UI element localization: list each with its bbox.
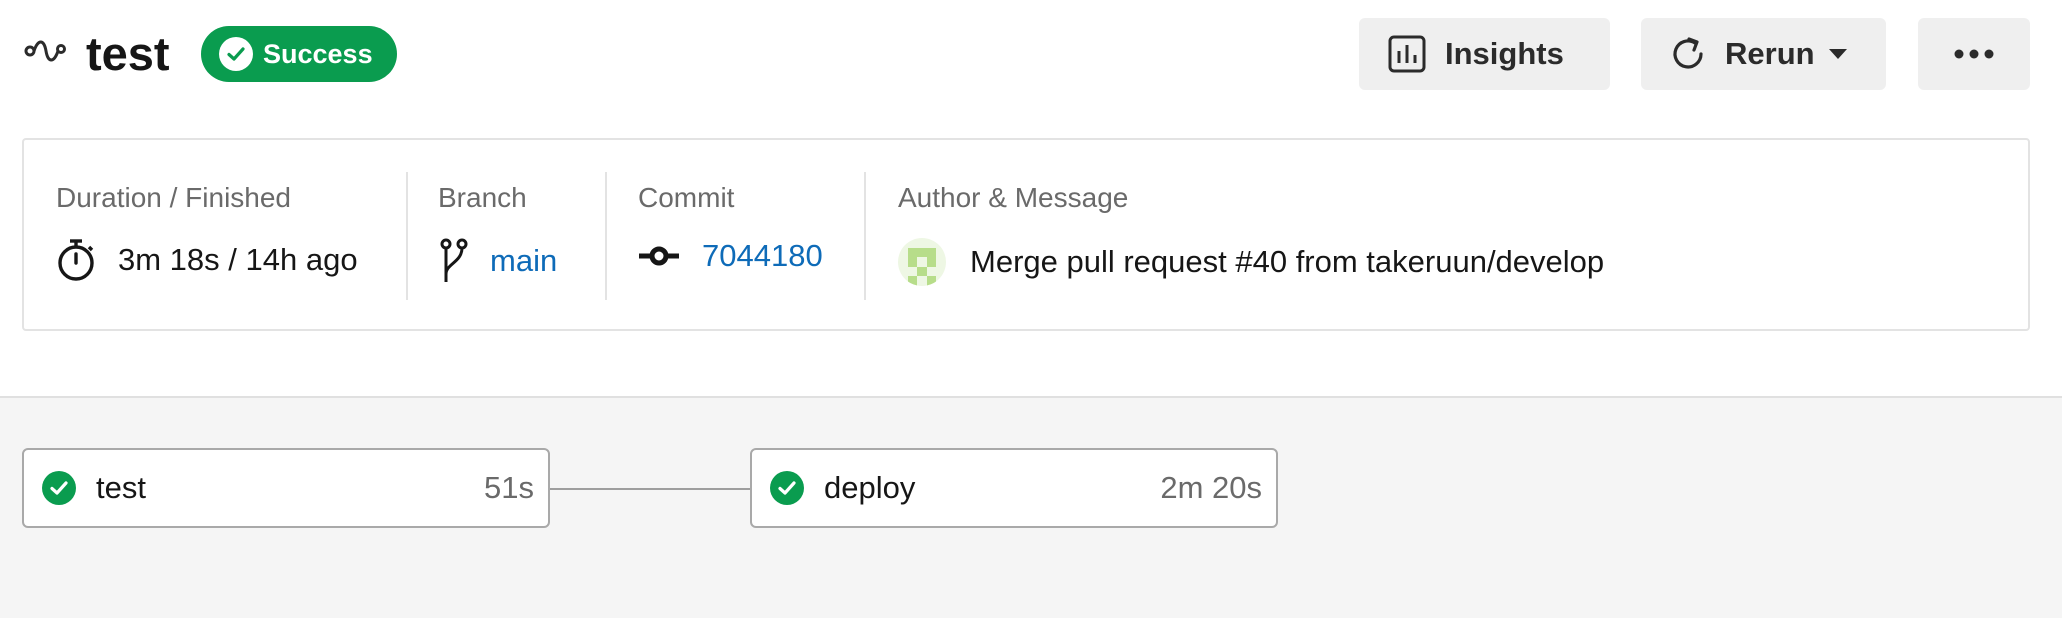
status-label: Success — [263, 38, 373, 69]
workflow-icon — [24, 40, 66, 62]
caret-down-icon — [1828, 49, 1847, 59]
author-value: Merge pull request #40 from takeruun/dev… — [898, 238, 1604, 286]
insights-label: Insights — [1445, 36, 1564, 71]
commit-label: Commit — [638, 182, 735, 213]
rerun-button[interactable]: Rerun — [1641, 18, 1886, 90]
more-options-button[interactable] — [1918, 18, 2030, 90]
bar-chart-icon — [1388, 35, 1426, 73]
job-connector — [550, 488, 750, 490]
commit-link[interactable]: 7044180 — [702, 238, 823, 274]
job-card-test[interactable]: test 51s — [22, 448, 550, 528]
duration-label: Duration / Finished — [56, 182, 292, 213]
commit-message: Merge pull request #40 from takeruun/dev… — [970, 244, 1605, 279]
rerun-label: Rerun — [1725, 36, 1815, 71]
check-circle-icon — [42, 471, 76, 505]
divider — [864, 172, 866, 300]
stopwatch-icon — [58, 239, 94, 281]
refresh-icon — [1673, 37, 1703, 69]
check-circle-icon — [770, 471, 804, 505]
branch-link[interactable]: main — [490, 243, 557, 279]
git-commit-icon — [639, 246, 679, 266]
branch-value: main — [438, 238, 557, 284]
check-circle-icon — [219, 37, 253, 71]
job-duration: 2m 20s — [1160, 470, 1262, 505]
duration-text: 3m 18s / 14h ago — [118, 242, 358, 277]
page-title: test — [86, 27, 170, 80]
commit-value: 7044180 — [638, 238, 823, 274]
git-branch-icon — [440, 238, 468, 282]
more-horizontal-icon — [1954, 49, 1994, 59]
job-duration: 51s — [484, 470, 534, 505]
job-name: deploy — [824, 470, 916, 505]
job-card-deploy[interactable]: deploy 2m 20s — [750, 448, 1278, 528]
duration-value: 3m 18s / 14h ago — [56, 238, 358, 282]
pipeline-graph: test 51s deploy 2m 20s — [0, 396, 2062, 618]
insights-button[interactable]: Insights — [1359, 18, 1610, 90]
workflow-info-card: Duration / Finished 3m 18s / 14h ago Bra… — [22, 138, 2030, 331]
job-name: test — [96, 470, 146, 505]
avatar[interactable] — [898, 238, 946, 286]
divider — [605, 172, 607, 300]
author-label: Author & Message — [898, 182, 1129, 213]
branch-label: Branch — [438, 182, 527, 213]
divider — [406, 172, 408, 300]
status-badge: Success — [201, 26, 397, 82]
workflow-header: test Success Insights Rerun — [0, 0, 2062, 108]
